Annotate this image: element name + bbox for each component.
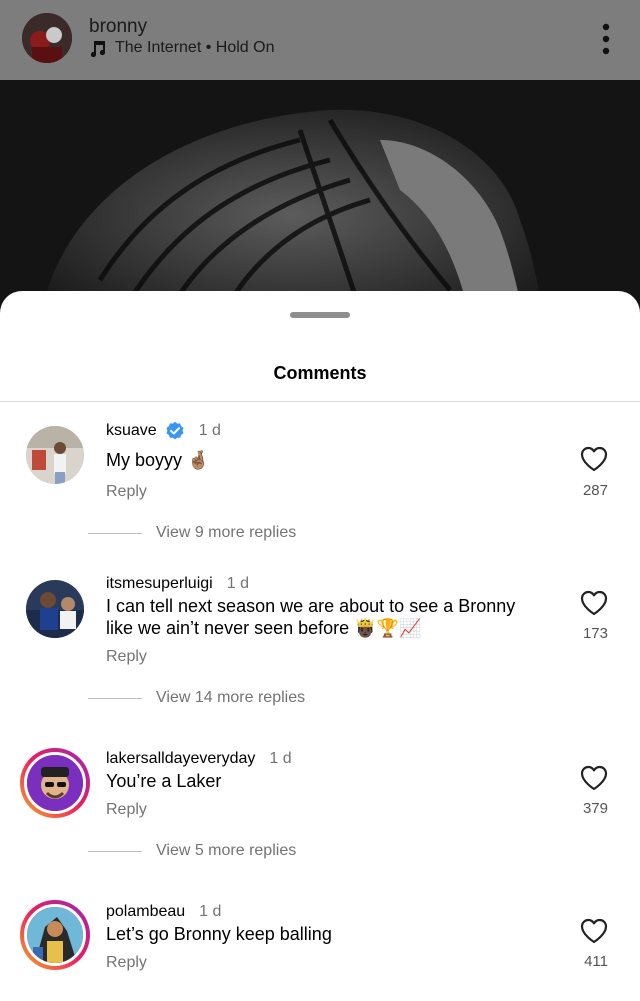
comment-username[interactable]: ksuave bbox=[106, 422, 157, 440]
reply-button[interactable]: Reply bbox=[106, 954, 147, 972]
like-count: 411 bbox=[584, 953, 608, 970]
comment-time: 1 d bbox=[198, 422, 221, 439]
reply-button[interactable]: Reply bbox=[106, 483, 147, 501]
reply-button[interactable]: Reply bbox=[106, 648, 147, 666]
like-count: 379 bbox=[582, 800, 608, 817]
comment-header: ksuave 1 d bbox=[106, 421, 221, 441]
like-heart-icon[interactable] bbox=[580, 446, 608, 472]
comment-text: Let’s go Bronny keep balling bbox=[106, 924, 332, 944]
commenter-avatar-story-ring[interactable] bbox=[20, 748, 90, 818]
comments-sheet: Comments ksuave 1 d My boyyy 🤞🏽 Reply 28… bbox=[0, 291, 640, 1001]
comment-username[interactable]: itsmesuperluigi bbox=[106, 575, 213, 593]
replies-divider-line bbox=[88, 850, 142, 852]
view-replies-label: View 14 more replies bbox=[156, 689, 306, 706]
comment-username[interactable]: polambeau bbox=[106, 903, 185, 921]
like-heart-icon[interactable] bbox=[580, 590, 608, 616]
commenter-avatar[interactable] bbox=[26, 426, 84, 484]
replies-divider-line bbox=[88, 532, 142, 534]
verified-badge-icon bbox=[166, 421, 184, 440]
sheet-title: Comments bbox=[273, 363, 367, 383]
comment-time: 1 d bbox=[269, 750, 292, 767]
post-username[interactable]: bronny bbox=[89, 16, 147, 38]
post-author-avatar[interactable] bbox=[22, 13, 72, 63]
replies-divider-line bbox=[88, 697, 142, 699]
like-count: 173 bbox=[582, 625, 608, 642]
like-count: 287 bbox=[582, 482, 608, 499]
commenter-avatar[interactable] bbox=[26, 580, 84, 638]
comment-header: polambeau 1 d bbox=[106, 903, 221, 921]
comment-text: I can tell next season we are about to s… bbox=[106, 596, 516, 638]
comments-screen: bronny The Internet • Hold On Comments k… bbox=[0, 0, 640, 1001]
like-heart-icon[interactable] bbox=[580, 918, 608, 944]
commenter-avatar-story-ring[interactable] bbox=[20, 900, 90, 970]
commenter-avatar bbox=[24, 752, 86, 814]
more-vertical-icon[interactable] bbox=[598, 22, 614, 56]
like-heart-icon[interactable] bbox=[580, 765, 608, 791]
view-replies-button[interactable]: View 9 more replies bbox=[88, 524, 296, 542]
comment-username[interactable]: lakersalldayeveryday bbox=[106, 750, 255, 768]
comment-header: itsmesuperluigi 1 d bbox=[106, 575, 249, 593]
sheet-drag-handle[interactable] bbox=[290, 312, 350, 318]
post-image bbox=[0, 80, 640, 320]
post-audio-label: The Internet • Hold On bbox=[115, 39, 275, 56]
comment-time: 1 d bbox=[199, 903, 222, 920]
comment-header: lakersalldayeveryday 1 d bbox=[106, 750, 292, 768]
music-note-icon bbox=[90, 41, 106, 57]
post-header: bronny The Internet • Hold On bbox=[0, 0, 640, 80]
post-audio-track[interactable]: The Internet • Hold On bbox=[89, 39, 274, 57]
comment-text: You’re a Laker bbox=[106, 771, 222, 791]
view-replies-button[interactable]: View 14 more replies bbox=[88, 689, 305, 707]
view-replies-button[interactable]: View 5 more replies bbox=[88, 842, 296, 860]
view-replies-label: View 9 more replies bbox=[156, 524, 297, 541]
commenter-avatar bbox=[24, 904, 86, 966]
comment-time: 1 d bbox=[226, 575, 249, 592]
view-replies-label: View 5 more replies bbox=[156, 842, 297, 859]
comment-text: My boyyy 🤞🏽 bbox=[106, 450, 210, 470]
reply-button[interactable]: Reply bbox=[106, 801, 147, 819]
divider bbox=[0, 401, 640, 402]
